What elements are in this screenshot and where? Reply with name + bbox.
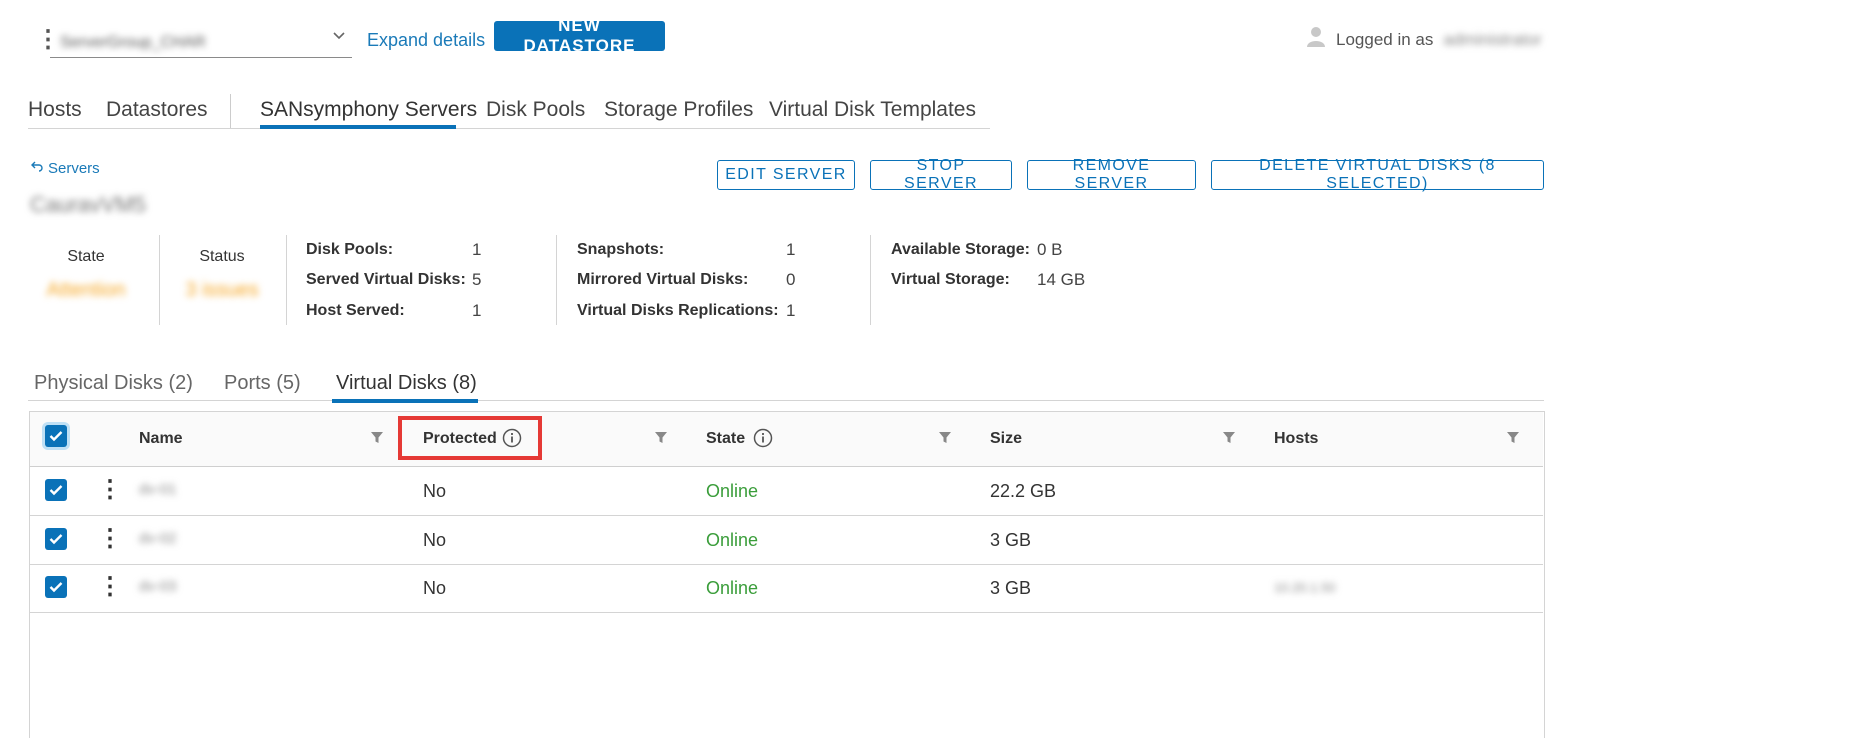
new-datastore-button[interactable]: NEW DATASTORE: [494, 16, 665, 55]
tab-virtual-disks[interactable]: Virtual Disks (8): [336, 372, 477, 395]
row-hosts: 10.20.1.50: [1274, 580, 1336, 595]
table-row[interactable]: [30, 467, 1543, 515]
protected-column-highlight: [398, 416, 542, 460]
host-served-value: 1: [472, 301, 482, 320]
row-divider: [30, 612, 1543, 613]
breadcrumb[interactable]: Servers: [30, 159, 100, 178]
server-group-value: ServerGroup_CHAR: [60, 34, 206, 51]
filter-icon[interactable]: [370, 431, 384, 445]
logged-in-label: Logged in as: [1336, 29, 1434, 49]
filter-icon[interactable]: [654, 431, 668, 445]
row-checkbox[interactable]: [45, 576, 67, 598]
served-virtual-disks-label: Served Virtual Disks:: [306, 271, 466, 288]
tab-ports[interactable]: Ports (5): [224, 372, 301, 395]
server-name-title: CauravVM5: [30, 192, 147, 217]
tab-divider: [230, 94, 231, 128]
tab-disk-pools[interactable]: Disk Pools: [486, 98, 585, 122]
tab-storage-profiles[interactable]: Storage Profiles: [604, 98, 753, 122]
row-actions-kebab-icon[interactable]: ⋮: [98, 575, 122, 599]
tab-sansymphony-servers[interactable]: SANsymphony Servers: [260, 98, 477, 122]
available-storage-label: Available Storage:: [891, 241, 1031, 258]
breadcrumb-servers-link[interactable]: Servers: [48, 160, 100, 177]
sub-tabs-baseline: [28, 400, 1544, 401]
filter-icon[interactable]: [1222, 431, 1236, 445]
remove-server-button[interactable]: REMOVE SERVER: [1027, 157, 1196, 192]
snapshots-label: Snapshots:: [577, 241, 665, 258]
summary-divider: [870, 235, 871, 325]
expand-details-link[interactable]: Expand details: [367, 30, 485, 51]
mirrored-virtual-disks-label: Mirrored Virtual Disks:: [577, 271, 749, 288]
disk-pools-label: Disk Pools:: [306, 241, 394, 258]
snapshots-value: 1: [786, 240, 796, 259]
row-state: Online: [706, 578, 759, 598]
tab-virtual-disk-templates[interactable]: Virtual Disk Templates: [769, 98, 976, 122]
back-arrow-icon: [30, 159, 44, 178]
row-protected: No: [423, 481, 447, 501]
row-checkbox[interactable]: [45, 528, 67, 550]
filter-icon[interactable]: [1506, 431, 1520, 445]
column-header-size[interactable]: Size: [990, 430, 1022, 448]
delete-virtual-disks-button[interactable]: DELETE VIRTUAL DISKS (8 SELECTED): [1211, 157, 1544, 192]
main-tabs-baseline: [28, 128, 990, 129]
available-storage-value: 0 B: [1037, 240, 1063, 259]
virtual-storage-value: 14 GB: [1037, 270, 1086, 289]
tab-hosts[interactable]: Hosts: [28, 98, 82, 122]
row-name[interactable]: dv-02: [139, 530, 177, 547]
virtual-storage-label: Virtual Storage:: [891, 271, 1010, 288]
column-header-state[interactable]: State: [706, 430, 745, 448]
virtual-disks-replications-label: Virtual Disks Replications:: [577, 302, 779, 319]
row-state: Online: [706, 530, 759, 550]
username: administrator: [1443, 29, 1542, 49]
disk-pools-value: 1: [472, 240, 482, 259]
stop-server-button[interactable]: STOP SERVER: [870, 157, 1012, 192]
state-value: Attention: [46, 279, 126, 301]
user-info: Logged in as administrator: [1306, 26, 1542, 53]
summary-divider: [286, 235, 287, 325]
row-checkbox[interactable]: [45, 479, 67, 501]
row-name[interactable]: dv-03: [139, 578, 177, 595]
row-size: 22.2 GB: [990, 481, 1057, 501]
table-row[interactable]: [30, 516, 1543, 564]
tab-physical-disks[interactable]: Physical Disks (2): [34, 372, 193, 395]
virtual-disks-replications-value: 1: [786, 301, 796, 320]
row-actions-kebab-icon[interactable]: ⋮: [98, 527, 122, 551]
row-protected: No: [423, 578, 447, 598]
active-tab-indicator: [260, 125, 456, 129]
state-label: State: [67, 248, 105, 265]
row-name[interactable]: dv-01: [139, 481, 177, 498]
edit-server-button[interactable]: EDIT SERVER: [717, 160, 855, 190]
host-served-label: Host Served:: [306, 302, 405, 319]
chevron-down-icon: [332, 28, 346, 47]
column-header-name[interactable]: Name: [139, 430, 183, 448]
summary-divider: [556, 235, 557, 325]
status-value: 3 issues: [185, 279, 259, 301]
active-subtab-indicator: [332, 399, 478, 403]
row-protected: No: [423, 530, 447, 550]
select-all-checkbox[interactable]: [45, 425, 67, 447]
column-header-hosts[interactable]: Hosts: [1274, 430, 1318, 448]
summary-divider: [159, 235, 160, 325]
row-state: Online: [706, 481, 759, 501]
served-virtual-disks-value: 5: [472, 270, 482, 289]
tab-datastores[interactable]: Datastores: [106, 98, 208, 122]
info-icon[interactable]: [753, 428, 773, 453]
user-icon: [1306, 26, 1326, 53]
row-actions-kebab-icon[interactable]: ⋮: [98, 478, 122, 502]
server-group-select[interactable]: ServerGroup_CHAR: [50, 24, 352, 58]
filter-icon[interactable]: [938, 431, 952, 445]
row-size: 3 GB: [990, 530, 1032, 550]
mirrored-virtual-disks-value: 0: [786, 270, 796, 289]
row-size: 3 GB: [990, 578, 1032, 598]
status-label: Status: [199, 248, 245, 265]
